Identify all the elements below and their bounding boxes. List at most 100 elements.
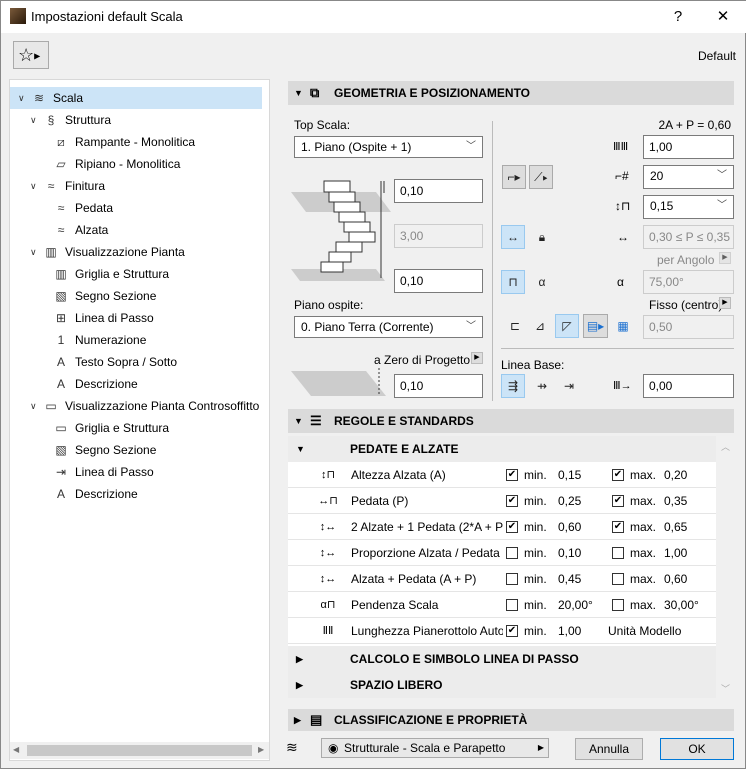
- favorites-button[interactable]: ☆▶: [13, 41, 49, 69]
- tree-item[interactable]: ∨ ≋ Scala: [10, 87, 262, 109]
- chevron-down-icon[interactable]: ∨: [30, 395, 37, 417]
- baseline-right-button[interactable]: ⇥: [557, 374, 581, 398]
- section-rules-header[interactable]: ▼ ☰ REGOLE E STANDARDS: [288, 409, 734, 433]
- group-walkline[interactable]: ▶ CALCOLO E SIMBOLO LINEA DI PASSO: [288, 646, 716, 672]
- tree-item[interactable]: A Descrizione: [10, 483, 262, 505]
- riser-height-select[interactable]: 0,15 ﹀: [643, 195, 734, 219]
- stair-type-button[interactable]: ⌐▸: [502, 165, 526, 189]
- max-value[interactable]: 0,65: [664, 514, 687, 540]
- min-value[interactable]: 0,25: [558, 488, 581, 514]
- top-offset-input[interactable]: 0,10: [394, 179, 483, 203]
- tread-mode-button[interactable]: ⊓: [501, 270, 525, 294]
- angle-mode-button[interactable]: α: [530, 270, 554, 294]
- max-checkbox[interactable]: ✔: [612, 521, 624, 533]
- baseline-left-button[interactable]: ⇶: [501, 374, 525, 398]
- winder-custom-button[interactable]: ▦: [611, 314, 635, 338]
- tree-item[interactable]: ⧄ Rampante - Monolitica: [10, 131, 262, 153]
- reference-offset-input[interactable]: 0,10: [394, 374, 483, 398]
- section-classification-header[interactable]: ▶ ▤ CLASSIFICAZIONE E PROPRIETÀ: [288, 709, 734, 731]
- tread-depth-button[interactable]: ↔: [501, 225, 525, 249]
- scrollbar-thumb[interactable]: [27, 745, 252, 756]
- tree-item[interactable]: ∨ ≈ Finitura: [10, 175, 262, 197]
- scroll-down-icon[interactable]: ﹀: [717, 682, 734, 695]
- tread-range-input[interactable]: 0,30 ≤ P ≤ 0,35: [643, 225, 734, 249]
- min-checkbox[interactable]: [506, 573, 518, 585]
- scroll-up-icon[interactable]: ︿: [717, 440, 734, 453]
- winder-button[interactable]: ◸: [555, 314, 579, 338]
- stair-height-input[interactable]: 3,00: [394, 224, 483, 248]
- max-checkbox[interactable]: [612, 573, 624, 585]
- cancel-button[interactable]: Annulla: [575, 738, 643, 760]
- tree-item-label: Segno Sezione: [75, 289, 157, 303]
- help-button[interactable]: ?: [663, 5, 693, 29]
- chevron-down-icon[interactable]: ∨: [30, 241, 37, 263]
- winder-value-input[interactable]: 0,50: [643, 315, 734, 339]
- tree-item[interactable]: 1 Numerazione: [10, 329, 262, 351]
- chevron-down-icon[interactable]: ∨: [30, 175, 37, 197]
- max-value[interactable]: 1,00: [664, 540, 687, 566]
- tree-item[interactable]: ∨ ▭ Visualizzazione Pianta Controsoffitto: [10, 395, 262, 417]
- min-value[interactable]: 0,60: [558, 514, 581, 540]
- tread-lock-button[interactable]: 🔒︎: [530, 225, 554, 249]
- tree-item[interactable]: ▧ Segno Sezione: [10, 439, 262, 461]
- ok-button[interactable]: OK: [660, 738, 734, 760]
- chevron-down-icon[interactable]: ∨: [18, 87, 25, 109]
- min-checkbox[interactable]: ✔: [506, 469, 518, 481]
- min-value[interactable]: 1,00: [558, 618, 581, 644]
- tree-item[interactable]: ▥ Griglia e Struttura: [10, 263, 262, 285]
- risers-select[interactable]: 20 ﹀: [643, 165, 734, 189]
- min-checkbox[interactable]: ✔: [506, 625, 518, 637]
- min-checkbox[interactable]: [506, 599, 518, 611]
- group-headroom[interactable]: ▶ SPAZIO LIBERO: [288, 672, 716, 698]
- tree-item[interactable]: ▧ Segno Sezione: [10, 285, 262, 307]
- reference-menu-button[interactable]: ▶: [471, 352, 483, 364]
- per-angle-menu-button[interactable]: ▶: [719, 252, 731, 264]
- min-value[interactable]: 20,00°: [558, 592, 593, 618]
- bottom-offset-input[interactable]: 0,10: [394, 269, 483, 293]
- min-value[interactable]: 0,15: [558, 462, 581, 488]
- tree-item[interactable]: ▱ Ripiano - Monolitica: [10, 153, 262, 175]
- min-checkbox[interactable]: ✔: [506, 521, 518, 533]
- tree-item[interactable]: ≈ Alzata: [10, 219, 262, 241]
- top-select[interactable]: 1. Piano (Ospite + 1) ﹀: [294, 136, 483, 158]
- baseline-center-button[interactable]: ⇸: [530, 374, 554, 398]
- max-value[interactable]: 0,35: [664, 488, 687, 514]
- tree-item[interactable]: ▭ Griglia e Struttura: [10, 417, 262, 439]
- min-checkbox[interactable]: [506, 547, 518, 559]
- tree-item[interactable]: ∨ ▥ Visualizzazione Pianta: [10, 241, 262, 263]
- stair-shape-button[interactable]: ⟋▸: [529, 165, 553, 189]
- tree-item[interactable]: A Descrizione: [10, 373, 262, 395]
- winder-options-button[interactable]: ▤▸: [583, 314, 608, 338]
- landing-diagonal-button[interactable]: ⊿: [528, 314, 552, 338]
- scroll-right-icon[interactable]: ▶: [258, 745, 264, 754]
- angle-input[interactable]: 75,00°: [643, 270, 734, 294]
- tree-item[interactable]: A Testo Sopra / Sotto: [10, 351, 262, 373]
- max-checkbox[interactable]: [612, 547, 624, 559]
- rules-scrollbar[interactable]: ︿ ﹀: [717, 436, 734, 698]
- chevron-down-icon[interactable]: ∨: [30, 109, 37, 131]
- section-geometry-header[interactable]: ▼ ⧉ GEOMETRIA E POSIZIONAMENTO: [288, 81, 734, 105]
- host-story-select[interactable]: 0. Piano Terra (Corrente) ﹀: [294, 316, 483, 338]
- min-value[interactable]: 0,10: [558, 540, 581, 566]
- tree-item[interactable]: ∨ § Struttura: [10, 109, 262, 131]
- max-value[interactable]: 0,60: [664, 566, 687, 592]
- max-checkbox[interactable]: ✔: [612, 469, 624, 481]
- category-select[interactable]: ◉ Strutturale - Scala e Parapetto ▶: [321, 738, 549, 758]
- tree-item[interactable]: ⇥ Linea di Passo: [10, 461, 262, 483]
- group-treads-risers[interactable]: ▼ PEDATE E ALZATE: [288, 436, 716, 462]
- width-input[interactable]: 1,00: [643, 135, 734, 159]
- baseline-offset-input[interactable]: 0,00: [643, 374, 734, 398]
- landing-none-button[interactable]: ⊏: [503, 314, 527, 338]
- close-button[interactable]: ✕: [708, 5, 738, 29]
- max-checkbox[interactable]: ✔: [612, 495, 624, 507]
- stair-section-illustration: [291, 180, 391, 281]
- scroll-left-icon[interactable]: ◀: [13, 745, 19, 754]
- max-value[interactable]: 30,00°: [664, 592, 699, 618]
- tree-item[interactable]: ⊞ Linea di Passo: [10, 307, 262, 329]
- min-checkbox[interactable]: ✔: [506, 495, 518, 507]
- tree-item[interactable]: ≈ Pedata: [10, 197, 262, 219]
- max-checkbox[interactable]: [612, 599, 624, 611]
- fixed-menu-button[interactable]: ▶: [719, 297, 731, 309]
- max-value[interactable]: 0,20: [664, 462, 687, 488]
- min-value[interactable]: 0,45: [558, 566, 581, 592]
